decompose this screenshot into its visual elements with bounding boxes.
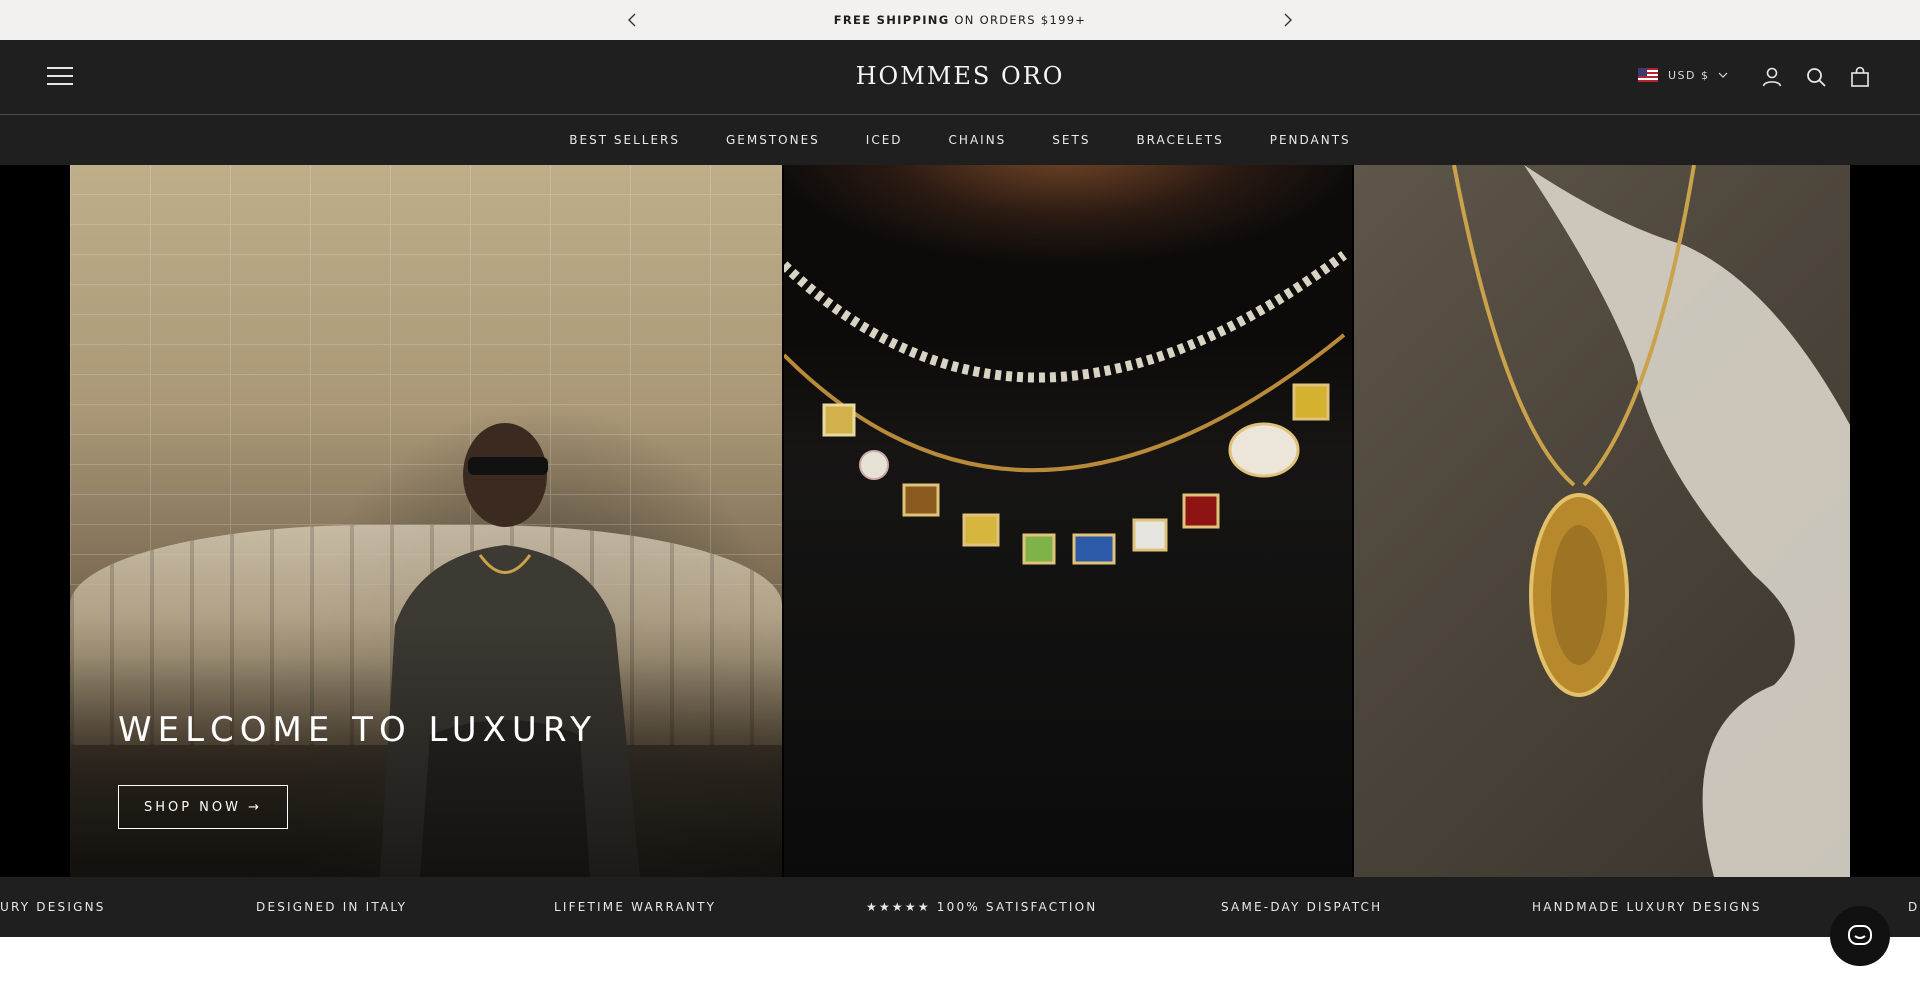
currency-selector[interactable]: USD $ [1638, 68, 1728, 82]
hero-image-model-on-sofa [70, 165, 782, 877]
marquee-item: D [1908, 900, 1920, 914]
menu-icon[interactable] [47, 67, 73, 87]
chat-button[interactable] [1830, 906, 1890, 966]
chat-icon [1848, 925, 1872, 945]
nav-sets[interactable]: SETS [1052, 133, 1090, 147]
marquee-item: SAME-DAY DISPATCH [1221, 900, 1383, 914]
search-icon[interactable] [1804, 65, 1828, 89]
marquee-item: ★★★★★ 100% SATISFACTION [866, 900, 1098, 914]
marquee-item: DESIGNED IN ITALY [256, 900, 408, 914]
nav-best-sellers[interactable]: BEST SELLERS [569, 133, 680, 147]
announcement-bar: FREE SHIPPING ON ORDERS $199+ [0, 0, 1920, 40]
nav-pendants[interactable]: PENDANTS [1270, 133, 1351, 147]
marquee-item: HANDMADE LUXURY DESIGNS [1532, 900, 1762, 914]
hero-title: WELCOME TO LUXURY [118, 710, 598, 750]
currency-label: USD $ [1668, 68, 1710, 82]
us-flag-icon [1638, 68, 1658, 82]
chevron-right-icon[interactable] [1278, 11, 1296, 29]
features-marquee: URY DESIGNS DESIGNED IN ITALY LIFETIME W… [0, 877, 1920, 937]
announcement-rest: ON ORDERS $199+ [949, 13, 1087, 27]
marquee-item: LIFETIME WARRANTY [554, 900, 717, 914]
hero-banner: WELCOME TO LUXURY SHOP NOW → [0, 165, 1920, 877]
announcement-text: FREE SHIPPING ON ORDERS $199+ [834, 13, 1087, 27]
hero-image-gold-pendant [1354, 165, 1850, 877]
chevron-left-icon[interactable] [624, 11, 642, 29]
main-nav: BEST SELLERS GEMSTONES ICED CHAINS SETS … [0, 115, 1920, 165]
marquee-item: URY DESIGNS [0, 900, 106, 914]
announcement-bold: FREE SHIPPING [833, 13, 950, 27]
bag-icon[interactable] [1848, 65, 1872, 89]
site-header: HOMMES ORO USD $ [0, 40, 1920, 115]
chevron-down-icon [1718, 72, 1727, 78]
hero-image-gemstone-necklaces [784, 165, 1352, 877]
nav-gemstones[interactable]: GEMSTONES [726, 133, 820, 147]
nav-chains[interactable]: CHAINS [949, 133, 1007, 147]
nav-iced[interactable]: ICED [866, 133, 903, 147]
nav-bracelets[interactable]: BRACELETS [1136, 133, 1223, 147]
account-icon[interactable] [1760, 65, 1784, 89]
site-logo[interactable]: HOMMES ORO [856, 62, 1065, 90]
shop-now-button[interactable]: SHOP NOW → [118, 785, 288, 829]
